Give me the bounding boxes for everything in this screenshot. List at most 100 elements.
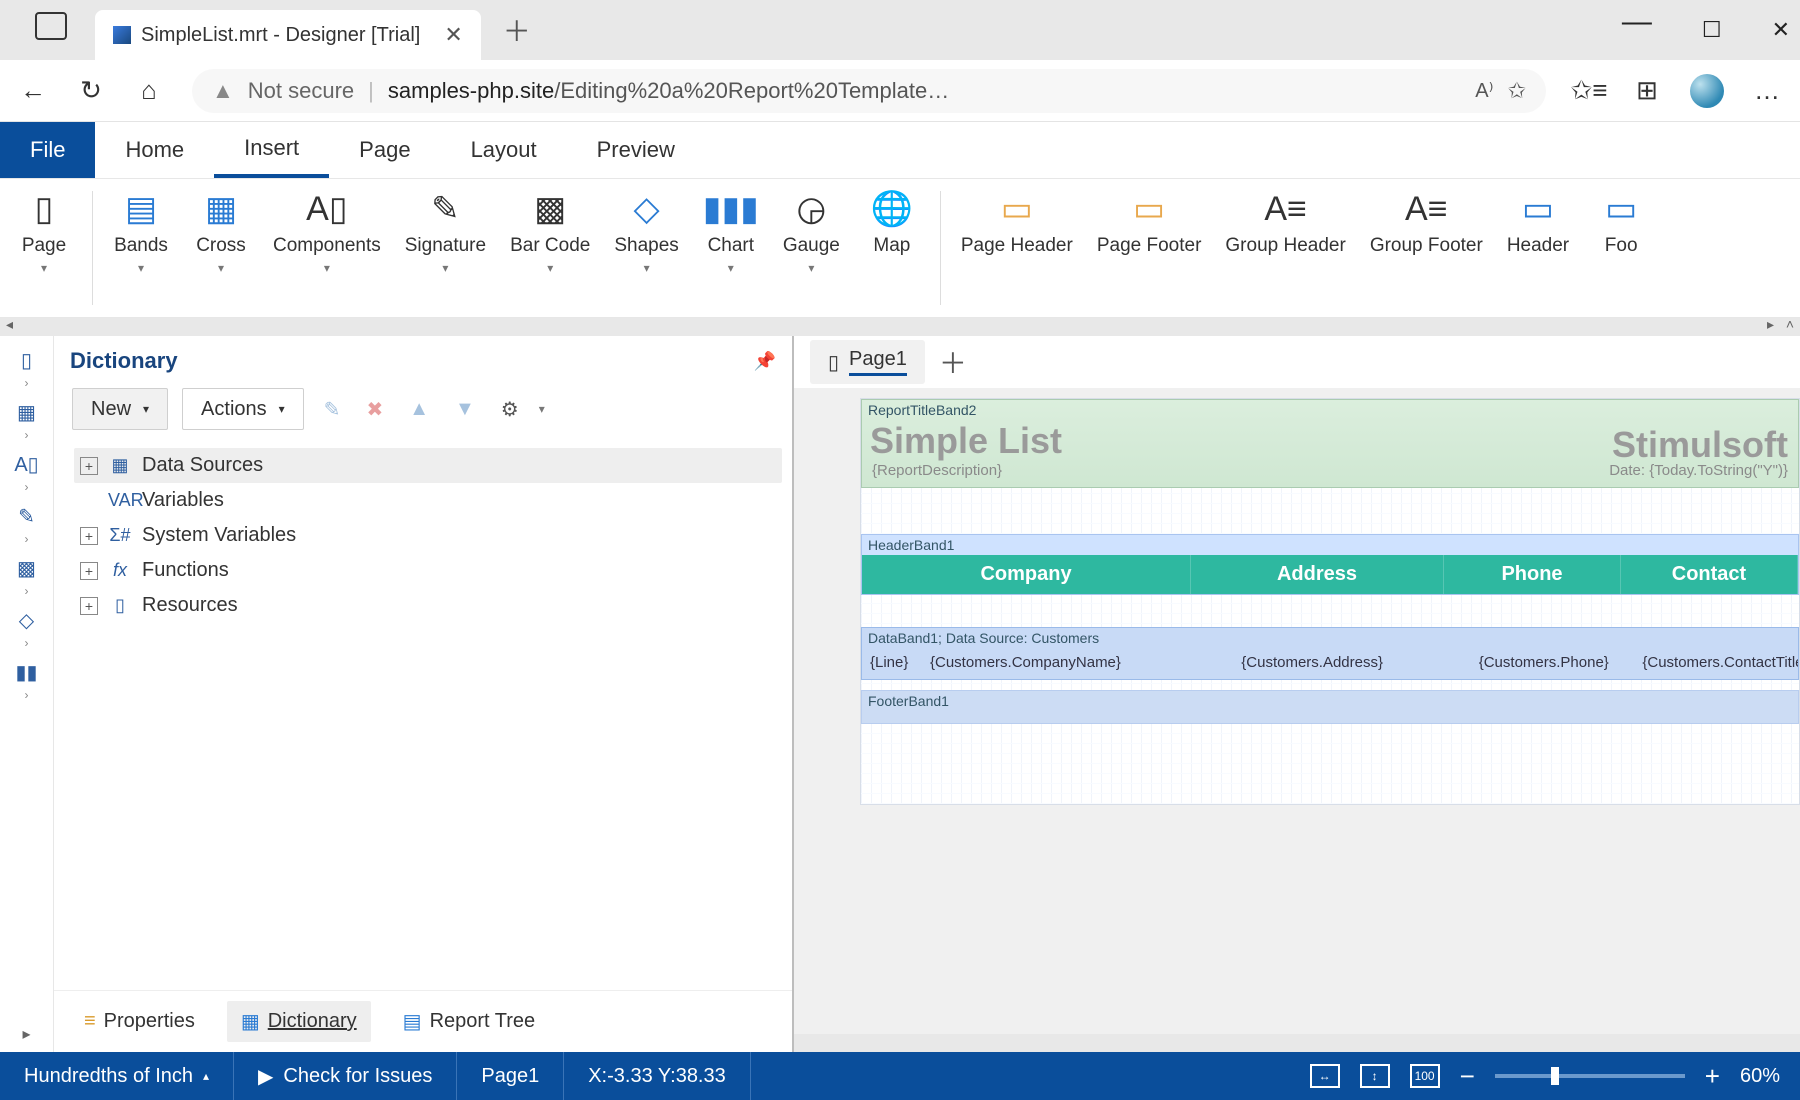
favorites-icon[interactable]: ✩≡: [1574, 76, 1604, 106]
col-phone[interactable]: Phone: [1444, 555, 1621, 594]
ribbon-scroll[interactable]: ◂ ▸ ˄: [0, 318, 1800, 336]
toolstrip-text-icon[interactable]: ▯: [8, 342, 46, 378]
profile-avatar[interactable]: [1690, 74, 1724, 108]
cell-line[interactable]: {Line}: [862, 652, 922, 673]
ribbon-gauge[interactable]: ◶Gauge▾: [771, 179, 852, 317]
scroll-left-icon[interactable]: ◂: [6, 316, 13, 333]
scroll-right-icon[interactable]: ▸: [1767, 316, 1774, 333]
minimize-icon[interactable]: —: [1622, 5, 1652, 39]
ribbon-group-header[interactable]: A≡Group Header: [1213, 179, 1357, 317]
ribbon-chart[interactable]: ▮▮▮Chart▾: [691, 179, 771, 317]
node-data-sources[interactable]: +▦Data Sources: [74, 448, 782, 483]
back-button[interactable]: ←: [18, 76, 48, 106]
ribbon-shapes[interactable]: ◇Shapes▾: [602, 179, 690, 317]
node-system-variables[interactable]: +Σ#System Variables: [74, 518, 782, 553]
node-resources[interactable]: +▯Resources: [74, 588, 782, 623]
toolstrip-data-icon[interactable]: ▦: [8, 394, 46, 430]
tab-report-tree[interactable]: ▤Report Tree: [389, 1001, 550, 1042]
browser-tab[interactable]: SimpleList.mrt - Designer [Trial] ✕: [95, 10, 481, 60]
menu-insert[interactable]: Insert: [214, 122, 329, 178]
toolstrip-expand-icon[interactable]: ▸: [22, 1024, 30, 1052]
ribbon-map[interactable]: 🌐Map: [852, 179, 932, 317]
ribbon-bands[interactable]: ▤Bands▾: [101, 179, 181, 317]
ribbon-cross[interactable]: ▦Cross▾: [181, 179, 261, 317]
moveup-icon[interactable]: ▲: [403, 398, 435, 421]
status-units[interactable]: Hundredths of Inch▴: [0, 1052, 234, 1100]
ribbon-footer[interactable]: ▭Foo: [1581, 179, 1661, 317]
ribbon-header[interactable]: ▭Header: [1495, 179, 1581, 317]
tab-title: SimpleList.mrt - Designer [Trial]: [141, 24, 420, 47]
col-contact[interactable]: Contact: [1621, 555, 1798, 594]
toolstrip-barcode-icon[interactable]: ▩: [8, 550, 46, 586]
ribbon-signature[interactable]: ✎Signature▾: [393, 179, 498, 317]
home-icon[interactable]: ⌂: [134, 76, 164, 106]
zoom-slider[interactable]: [1495, 1074, 1685, 1078]
view-fit-page-icon[interactable]: ↕: [1360, 1064, 1390, 1088]
node-functions[interactable]: +fxFunctions: [74, 553, 782, 588]
collections-icon[interactable]: ⊞: [1632, 76, 1662, 106]
toolstrip-richtext-icon[interactable]: A▯: [8, 446, 46, 482]
ribbon-page-header[interactable]: ▭Page Header: [949, 179, 1085, 317]
properties-icon: ≡: [84, 1010, 96, 1033]
status-page[interactable]: Page1: [457, 1052, 564, 1100]
report-title-band: ReportTitleBand2 Simple List Stimulsoft …: [861, 399, 1799, 488]
menu-preview[interactable]: Preview: [567, 122, 705, 178]
view-fit-width-icon[interactable]: ↔: [1310, 1064, 1340, 1088]
ribbon-group-footer[interactable]: A≡Group Footer: [1358, 179, 1495, 317]
status-bar: Hundredths of Inch▴ ▶Check for Issues Pa…: [0, 1052, 1800, 1100]
tab-dictionary[interactable]: ▦Dictionary: [227, 1001, 371, 1042]
favorite-add-icon[interactable]: ✩: [1508, 78, 1526, 104]
design-area: ▯Page1 ＋ ReportTitleBand2 Simple List St…: [794, 336, 1800, 1052]
toolstrip-shape-icon[interactable]: ◇: [8, 602, 46, 638]
cell-contact[interactable]: {Customers.ContactTitle}: [1634, 652, 1798, 673]
menu-file[interactable]: File: [0, 122, 95, 178]
brand-text[interactable]: Stimulsoft: [1612, 424, 1788, 466]
more-menu-icon[interactable]: …: [1752, 76, 1782, 106]
node-variables[interactable]: VARVariables: [74, 483, 782, 518]
actions-button[interactable]: Actions▾: [182, 388, 304, 430]
delete-icon[interactable]: ✖: [360, 397, 389, 422]
page-header-icon: ▭: [994, 189, 1040, 229]
tab-properties[interactable]: ≡Properties: [70, 1002, 209, 1041]
app-menu: File Home Insert Page Layout Preview: [0, 122, 1800, 178]
toolstrip-chart-icon[interactable]: ▮▮: [8, 654, 46, 690]
tree-icon: ▤: [403, 1009, 422, 1034]
col-company[interactable]: Company: [862, 555, 1191, 594]
zoom-in-button[interactable]: +: [1705, 1061, 1720, 1092]
tabs-overview-icon[interactable]: [35, 12, 67, 40]
header-band-icon: ▭: [1515, 189, 1561, 229]
edit-icon[interactable]: ✎: [318, 397, 347, 422]
menu-page[interactable]: Page: [329, 122, 440, 178]
ribbon-barcode[interactable]: ▩Bar Code▾: [498, 179, 602, 317]
ribbon-page[interactable]: ▯Page▾: [4, 179, 84, 317]
movedown-icon[interactable]: ▼: [449, 398, 481, 421]
maximize-icon[interactable]: ☐: [1702, 17, 1722, 43]
menu-home[interactable]: Home: [95, 122, 214, 178]
cell-phone[interactable]: {Customers.Phone}: [1471, 652, 1635, 673]
ribbon-components[interactable]: A▯Components▾: [261, 179, 393, 317]
close-tab-icon[interactable]: ✕: [444, 22, 462, 48]
address-bar[interactable]: ▲ Not secure | samples-php.site/Editing%…: [192, 69, 1546, 113]
pin-icon[interactable]: 📌: [754, 351, 776, 372]
toolstrip-signature-icon[interactable]: ✎: [8, 498, 46, 534]
col-address[interactable]: Address: [1191, 555, 1444, 594]
view-100-icon[interactable]: 100: [1410, 1064, 1440, 1088]
new-tab-button[interactable]: ＋: [503, 10, 531, 50]
pagetab-page1[interactable]: ▯Page1: [810, 340, 925, 384]
new-button[interactable]: New▾: [72, 388, 168, 430]
refresh-button[interactable]: ↻: [76, 76, 106, 106]
reader-mode-icon[interactable]: A⁾: [1475, 78, 1493, 103]
report-sheet[interactable]: ReportTitleBand2 Simple List Stimulsoft …: [860, 398, 1800, 805]
status-check[interactable]: ▶Check for Issues: [234, 1052, 457, 1100]
close-window-icon[interactable]: ✕: [1772, 17, 1790, 43]
cell-address[interactable]: {Customers.Address}: [1233, 652, 1470, 673]
canvas-hscroll[interactable]: [794, 1034, 1800, 1052]
ribbon-page-footer[interactable]: ▭Page Footer: [1085, 179, 1214, 317]
report-description[interactable]: {ReportDescription}: [872, 462, 1002, 479]
menu-layout[interactable]: Layout: [441, 122, 567, 178]
zoom-out-button[interactable]: −: [1460, 1061, 1475, 1092]
collapse-ribbon-icon[interactable]: ˄: [1786, 316, 1794, 332]
add-page-button[interactable]: ＋: [939, 342, 967, 382]
cell-company[interactable]: {Customers.CompanyName}: [922, 652, 1233, 673]
settings-gear-icon[interactable]: ⚙: [495, 397, 525, 422]
